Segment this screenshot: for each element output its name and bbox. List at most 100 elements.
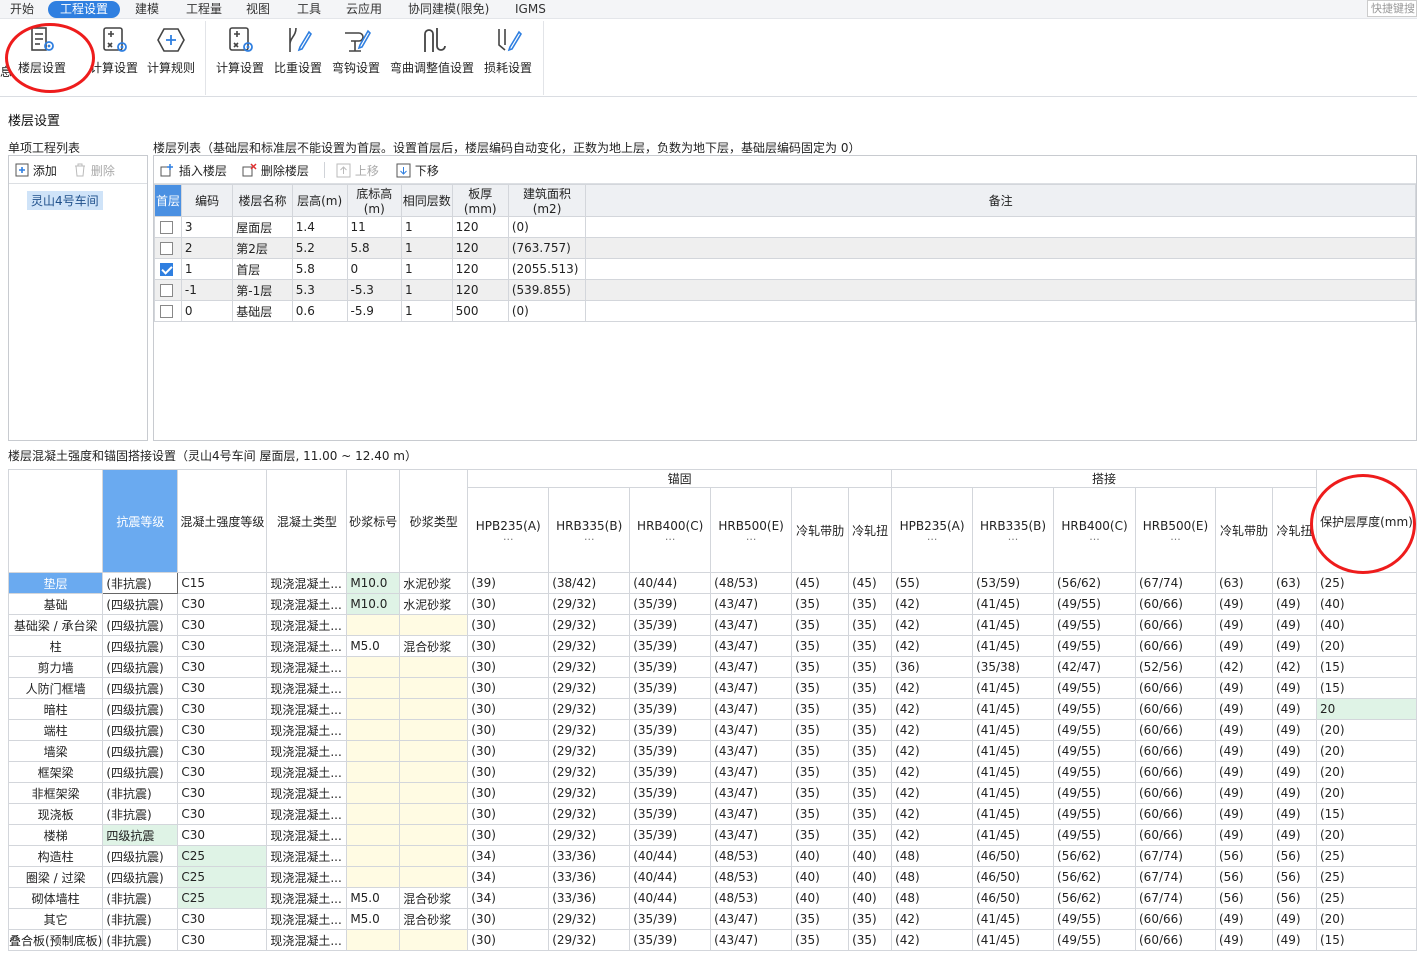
first-floor-checkbox-cell[interactable]	[154, 258, 182, 280]
component-name[interactable]: 叠合板(预制底板)	[7, 929, 104, 951]
floor-name-cell[interactable]: 首层	[232, 258, 293, 280]
lap-length-cell[interactable]: (49)	[1271, 698, 1317, 720]
anchor-length-cell[interactable]: (34)	[467, 887, 550, 909]
anchor-length-cell[interactable]: (34)	[467, 845, 550, 867]
anchor-length-cell[interactable]: (35)	[791, 635, 850, 657]
anchor-length-cell[interactable]: (48/53)	[710, 572, 793, 594]
menu-start[interactable]: 开始	[4, 1, 40, 18]
floor-code-cell[interactable]: 2	[180, 237, 234, 259]
floor-name-cell[interactable]: 第2层	[232, 237, 293, 259]
menu-modeling[interactable]: 建模	[129, 1, 165, 18]
lap-length-cell[interactable]: (42/47)	[1053, 656, 1136, 678]
anchor-length-cell[interactable]: (34)	[467, 866, 550, 888]
col-lap-steel[interactable]: HRB500(E)...	[1135, 487, 1216, 573]
seismic-grade-cell[interactable]: (四级抗震)	[102, 719, 179, 741]
lap-length-cell[interactable]: (49)	[1271, 593, 1317, 615]
anchor-length-cell[interactable]: (30)	[467, 719, 550, 741]
floor-row[interactable]: 3 屋面层 1.4 11 1 120 (0)	[154, 216, 1416, 238]
move-down-button[interactable]: 下移	[396, 162, 439, 179]
delete-project-button[interactable]: 删除	[73, 162, 115, 179]
anchor-length-cell[interactable]: (30)	[467, 908, 550, 930]
concrete-row[interactable]: 非框架梁 (非抗震) C30 现浇混凝土... (30) (29/32) (35/39) (4…	[7, 782, 1417, 804]
menu-collab-modeling[interactable]: 协同建模(限免)	[402, 1, 495, 18]
anchor-length-cell[interactable]: (35/39)	[629, 740, 712, 762]
concrete-type-cell[interactable]: 现浇混凝土...	[266, 677, 348, 699]
anchor-length-cell[interactable]: (29/32)	[548, 614, 631, 636]
mortar-type-cell[interactable]: 混合砂浆	[399, 887, 469, 909]
concrete-row[interactable]: 构造柱 (四级抗震) C25 现浇混凝土... (34) (33/36) (40/44) (4…	[7, 845, 1417, 867]
lap-length-cell[interactable]: (49)	[1271, 761, 1317, 783]
col-lap-steel[interactable]: HRB400(C)...	[1053, 487, 1136, 573]
lap-length-cell[interactable]: (41/45)	[972, 803, 1055, 825]
anchor-length-cell[interactable]: (35)	[791, 761, 850, 783]
concrete-row[interactable]: 人防门框墙 (四级抗震) C30 现浇混凝土... (30) (29/32) (35/39)…	[7, 677, 1417, 699]
component-name[interactable]: 框架梁	[7, 761, 104, 783]
anchor-length-cell[interactable]: (35/39)	[629, 593, 712, 615]
anchor-length-cell[interactable]: (30)	[467, 656, 550, 678]
menu-quantity[interactable]: 工程量	[180, 1, 228, 18]
delete-floor-button[interactable]: 删除楼层	[242, 162, 309, 179]
anchor-length-cell[interactable]: (43/47)	[710, 593, 793, 615]
base-elevation-cell[interactable]: -5.9	[346, 300, 403, 322]
concrete-type-cell[interactable]: 现浇混凝土...	[266, 929, 348, 951]
concrete-type-cell[interactable]: 现浇混凝土...	[266, 698, 348, 720]
cover-thickness-cell[interactable]: (25)	[1315, 572, 1417, 594]
mortar-grade-cell[interactable]	[346, 929, 401, 951]
anchor-length-cell[interactable]: (35)	[791, 656, 850, 678]
concrete-strength-cell[interactable]: C15	[177, 572, 268, 594]
building-area-cell[interactable]: (2055.513)	[507, 258, 587, 280]
concrete-type-cell[interactable]: 现浇混凝土...	[266, 656, 348, 678]
lap-length-cell[interactable]: (60/66)	[1135, 719, 1216, 741]
first-floor-checkbox-cell[interactable]	[154, 279, 182, 301]
seismic-grade-cell[interactable]: (非抗震)	[102, 908, 179, 930]
concrete-row[interactable]: 楼梯 四级抗震 C30 现浇混凝土... (30) (29/32) (35/39) (43/4…	[7, 824, 1417, 846]
seismic-grade-cell[interactable]: (四级抗震)	[102, 614, 179, 636]
base-elevation-cell[interactable]: 5.8	[346, 237, 403, 259]
lap-length-cell[interactable]: (67/74)	[1135, 572, 1216, 594]
concrete-row[interactable]: 叠合板(预制底板) (非抗震) C30 现浇混凝土... (30) (29/32) (35/…	[7, 929, 1417, 951]
component-name[interactable]: 人防门框墙	[7, 677, 104, 699]
anchor-length-cell[interactable]: (35)	[848, 677, 893, 699]
mortar-grade-cell[interactable]	[346, 803, 401, 825]
anchor-length-cell[interactable]: (35)	[791, 593, 850, 615]
anchor-length-cell[interactable]: (30)	[467, 614, 550, 636]
insert-floor-button[interactable]: 插入楼层	[160, 162, 227, 179]
lap-length-cell[interactable]: (67/74)	[1135, 845, 1216, 867]
anchor-length-cell[interactable]: (29/32)	[548, 698, 631, 720]
lap-length-cell[interactable]: (42)	[891, 677, 974, 699]
concrete-strength-cell[interactable]: C30	[177, 719, 268, 741]
anchor-length-cell[interactable]: (43/47)	[710, 740, 793, 762]
anchor-length-cell[interactable]: (35)	[848, 698, 893, 720]
anchor-length-cell[interactable]: (40)	[791, 887, 850, 909]
component-name[interactable]: 暗柱	[7, 698, 104, 720]
anchor-length-cell[interactable]: (35/39)	[629, 614, 712, 636]
anchor-length-cell[interactable]: (35)	[791, 677, 850, 699]
concrete-strength-cell[interactable]: C25	[177, 866, 268, 888]
first-floor-checkbox-cell[interactable]	[154, 300, 182, 322]
first-floor-checkbox-cell[interactable]	[154, 237, 182, 259]
lap-length-cell[interactable]: (49)	[1214, 740, 1273, 762]
seismic-grade-cell[interactable]: (非抗震)	[102, 803, 179, 825]
lap-length-cell[interactable]: (49)	[1271, 635, 1317, 657]
concrete-type-cell[interactable]: 现浇混凝土...	[266, 740, 348, 762]
lap-length-cell[interactable]: (60/66)	[1135, 698, 1216, 720]
lap-length-cell[interactable]: (42)	[891, 929, 974, 951]
concrete-type-cell[interactable]: 现浇混凝土...	[266, 719, 348, 741]
lap-length-cell[interactable]: (60/66)	[1135, 677, 1216, 699]
lap-length-cell[interactable]: (53/59)	[972, 572, 1055, 594]
lap-length-cell[interactable]: (56/62)	[1053, 866, 1136, 888]
concrete-row[interactable]: 其它 (非抗震) C30 现浇混凝土... M5.0 混合砂浆 (30) (29/32) (35…	[7, 908, 1417, 930]
calc-settings-button[interactable]: 计算设置	[88, 23, 140, 76]
concrete-strength-cell[interactable]: C25	[177, 845, 268, 867]
concrete-strength-cell[interactable]: C30	[177, 782, 268, 804]
mortar-grade-cell[interactable]	[346, 845, 401, 867]
concrete-row[interactable]: 框架梁 (四级抗震) C30 现浇混凝土... (30) (29/32) (35/39) (4…	[7, 761, 1417, 783]
lap-length-cell[interactable]: (46/50)	[972, 845, 1055, 867]
slab-thickness-cell[interactable]: 500	[451, 300, 509, 322]
component-name[interactable]: 剪力墙	[7, 656, 104, 678]
cover-thickness-cell[interactable]: (20)	[1315, 782, 1417, 804]
lap-length-cell[interactable]: (60/66)	[1135, 614, 1216, 636]
menu-tools[interactable]: 工具	[291, 1, 327, 18]
lap-length-cell[interactable]: (49/55)	[1053, 740, 1136, 762]
lap-length-cell[interactable]: (60/66)	[1135, 929, 1216, 951]
